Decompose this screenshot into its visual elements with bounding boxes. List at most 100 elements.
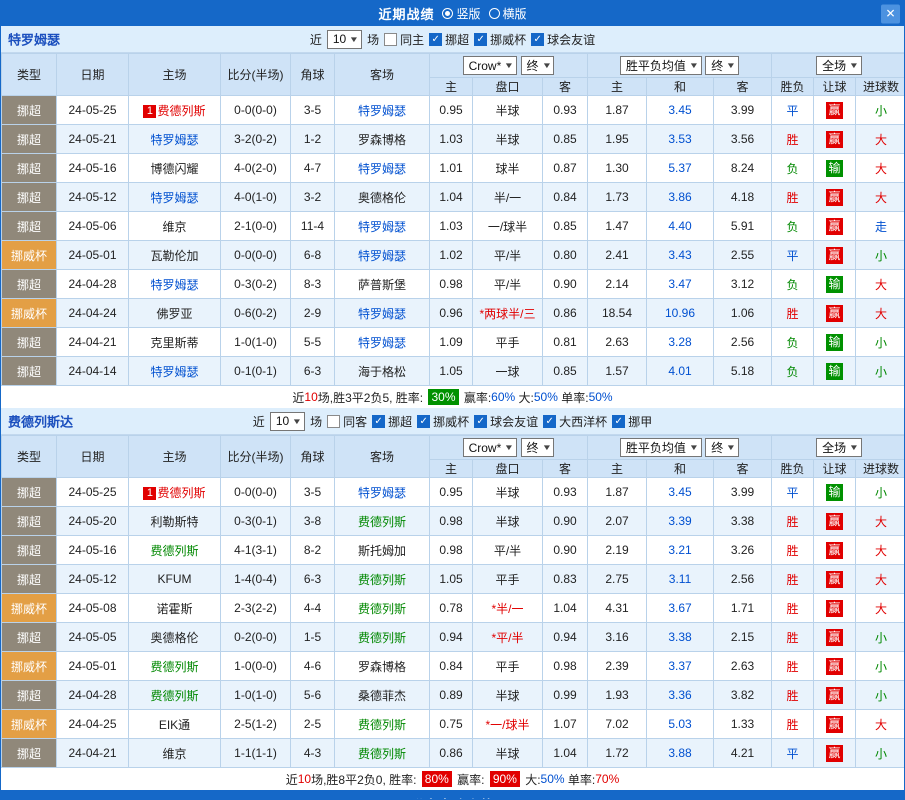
team-name-link[interactable]: 特罗姆瑟 xyxy=(358,162,406,176)
match-row: 挪超24-05-06维京2-1(0-0)11-4特罗姆瑟1.03一/球半0.85… xyxy=(2,212,905,241)
handicap-cell: 平手 xyxy=(473,652,543,681)
team-name-link[interactable]: 奥德格伦 xyxy=(358,191,406,205)
wdl-average-select[interactable]: 胜平负均值▼ xyxy=(620,438,702,457)
chevron-down-icon: ▼ xyxy=(726,61,736,70)
date-cell: 24-04-14 xyxy=(57,357,129,386)
odds-period-select[interactable]: 终▼ xyxy=(521,438,555,457)
result-cell: 平 xyxy=(772,739,814,768)
team-name-link[interactable]: 费德列斯 xyxy=(150,689,198,703)
result-cell: 胜 xyxy=(772,183,814,212)
team-name-link[interactable]: 费德列斯 xyxy=(358,602,406,616)
league-filter-checkbox[interactable]: 挪甲 xyxy=(612,413,652,430)
col-away: 客场 xyxy=(335,436,430,478)
asian-home-odds-cell: 0.98 xyxy=(430,507,473,536)
team-name-link[interactable]: 特罗姆瑟 xyxy=(358,336,406,350)
col-away: 客场 xyxy=(335,54,430,96)
close-button[interactable]: ✕ xyxy=(881,4,900,23)
league-filter-checkbox[interactable]: 挪威杯 xyxy=(474,31,526,48)
team-name-link[interactable]: 费德列斯 xyxy=(358,718,406,732)
goals-cell: 小 xyxy=(856,652,905,681)
goals-cell: 小 xyxy=(856,328,905,357)
checkbox-icon xyxy=(384,33,397,46)
team-name-link[interactable]: 罗森博格 xyxy=(358,660,406,674)
team-name-link[interactable]: 费德列斯 xyxy=(358,631,406,645)
team-name-link[interactable]: KFUM xyxy=(158,572,192,586)
wdl-period-select[interactable]: 终▼ xyxy=(705,438,739,457)
team-name-link[interactable]: 特罗姆瑟 xyxy=(358,307,406,321)
team-name-link[interactable]: 特罗姆瑟 xyxy=(150,365,198,379)
team-name-link[interactable]: 费德列斯 xyxy=(358,515,406,529)
odds-source-select[interactable]: Crow*▼ xyxy=(463,438,518,457)
handicap-result-cell: 赢 xyxy=(814,96,856,125)
team-name-link[interactable]: 费德列斯 xyxy=(150,660,198,674)
layout-horizontal-radio[interactable]: 横版 xyxy=(489,5,527,22)
col-corner: 角球 xyxy=(291,54,335,96)
recent-count-select[interactable]: 10 ▼ xyxy=(270,412,305,431)
team-name-link[interactable]: 罗森博格 xyxy=(358,133,406,147)
team-name-link[interactable]: 桑德菲杰 xyxy=(358,689,406,703)
euro-home-odds-cell: 1.73 xyxy=(588,183,647,212)
same-venue-checkbox[interactable]: 同客 xyxy=(327,413,367,430)
team-name-link[interactable]: 瓦勒伦加 xyxy=(150,249,198,263)
league-filter-checkbox[interactable]: 大西洋杯 xyxy=(543,413,607,430)
team-name-link[interactable]: 维京 xyxy=(162,747,186,761)
scope-select[interactable]: 全场▼ xyxy=(816,56,862,75)
wdl-average-value: 胜平负均值 xyxy=(626,439,686,456)
wdl-average-select[interactable]: 胜平负均值▼ xyxy=(620,56,702,75)
wdl-period-select[interactable]: 终▼ xyxy=(705,56,739,75)
team-name-link[interactable]: 特罗姆瑟 xyxy=(150,133,198,147)
recent-count-select[interactable]: 10 ▼ xyxy=(327,30,362,49)
league-filter-checkbox[interactable]: 球会友谊 xyxy=(474,413,538,430)
league-handicap-trend-bar[interactable]: 联赛盘路走势 xyxy=(1,790,904,800)
team-name-link[interactable]: 特罗姆瑟 xyxy=(358,104,406,118)
team-name-link[interactable]: 费德列斯 xyxy=(358,573,406,587)
asian-away-odds-cell: 0.87 xyxy=(543,154,588,183)
team-name-link[interactable]: 费德列斯 xyxy=(157,486,205,500)
team-name-link[interactable]: EIK通 xyxy=(159,718,190,732)
league-type-cell: 挪超 xyxy=(2,357,57,386)
summary-segment: 10 xyxy=(298,772,311,786)
league-filter-checkbox[interactable]: 挪超 xyxy=(429,31,469,48)
date-cell: 24-04-24 xyxy=(57,299,129,328)
league-filter-checkbox[interactable]: 球会友谊 xyxy=(531,31,595,48)
team-name-link[interactable]: 费德列斯 xyxy=(157,104,205,118)
team-name-link[interactable]: 特罗姆瑟 xyxy=(150,278,198,292)
chevron-down-icon: ▼ xyxy=(541,61,551,70)
team-name-link[interactable]: 费德列斯 xyxy=(358,747,406,761)
result-cell: 负 xyxy=(772,154,814,183)
team-name-link[interactable]: 特罗姆瑟 xyxy=(358,249,406,263)
away-team-cell: 特罗姆瑟 xyxy=(335,212,430,241)
team-name-link[interactable]: 克里斯蒂 xyxy=(150,336,198,350)
col-type: 类型 xyxy=(2,54,57,96)
odds-period-select[interactable]: 终▼ xyxy=(521,56,555,75)
layout-vertical-radio[interactable]: 竖版 xyxy=(442,5,480,22)
team-name-link[interactable]: 博德闪耀 xyxy=(150,162,198,176)
checkbox-icon xyxy=(327,415,340,428)
goals-cell: 小 xyxy=(856,357,905,386)
summary-segment: 近 xyxy=(292,389,304,406)
team-name-link[interactable]: 奥德格伦 xyxy=(150,631,198,645)
euro-home-odds-cell: 1.87 xyxy=(588,478,647,507)
team-name-link[interactable]: 佛罗亚 xyxy=(156,307,192,321)
same-venue-checkbox[interactable]: 同主 xyxy=(384,31,424,48)
team-name-link[interactable]: 费德列斯 xyxy=(150,544,198,558)
team-name-link[interactable]: 海于格松 xyxy=(358,365,406,379)
team-name-link[interactable]: 特罗姆瑟 xyxy=(358,220,406,234)
league-filter-checkbox[interactable]: 挪威杯 xyxy=(417,413,469,430)
team-name-link[interactable]: 维京 xyxy=(162,220,186,234)
scope-select[interactable]: 全场▼ xyxy=(816,438,862,457)
league-filter-checkbox[interactable]: 挪超 xyxy=(372,413,412,430)
euro-draw-odds-cell: 3.45 xyxy=(647,96,714,125)
asian-home-odds-cell: 1.03 xyxy=(430,212,473,241)
team-name-link[interactable]: 斯托姆加 xyxy=(358,544,406,558)
league-type-cell: 挪威杯 xyxy=(2,710,57,739)
league-type-cell: 挪威杯 xyxy=(2,594,57,623)
team-name-link[interactable]: 诺霍斯 xyxy=(156,602,192,616)
team-name-link[interactable]: 特罗姆瑟 xyxy=(358,486,406,500)
team-name-link[interactable]: 特罗姆瑟 xyxy=(150,191,198,205)
team-name-link[interactable]: 利勒斯特 xyxy=(150,515,198,529)
match-row: 挪超24-05-251费德列斯0-0(0-0)3-5特罗姆瑟0.95半球0.93… xyxy=(2,478,905,507)
recent-matches-table: 类型 日期 主场 比分(半场) 角球 客场 Crow*▼ 终▼ 胜平负均值▼ 终… xyxy=(1,435,905,768)
odds-source-select[interactable]: Crow*▼ xyxy=(463,56,518,75)
team-name-link[interactable]: 萨普斯堡 xyxy=(358,278,406,292)
